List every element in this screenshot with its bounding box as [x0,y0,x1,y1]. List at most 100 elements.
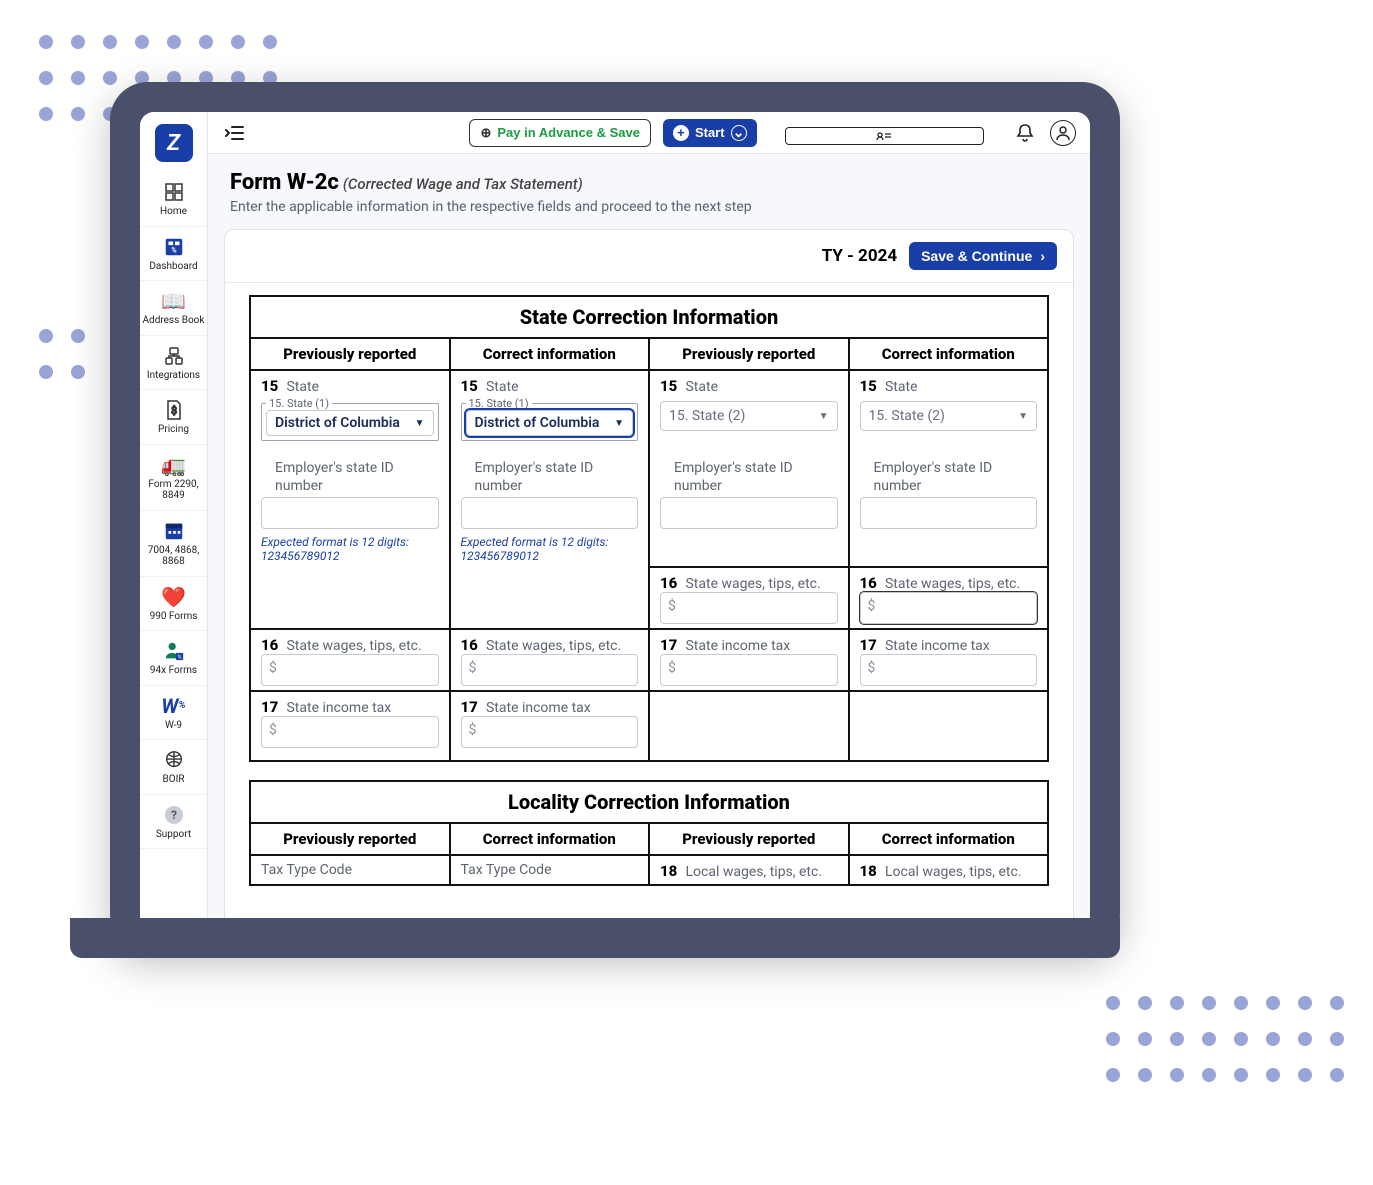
tax-type-label: Tax Type Code [261,862,352,878]
bell-icon[interactable] [1012,120,1038,146]
page-description: Enter the applicable information in the … [230,199,1068,215]
box-label: State wages, tips, etc. [685,576,820,592]
dashboard-icon: % [142,235,205,259]
state1-legend: 15. State (1) [266,397,332,410]
locality-correction-table: Previously reported Correct information … [249,822,1049,886]
sidebar-item-integrations[interactable]: Integrations [140,336,207,391]
user-avatar[interactable] [1050,120,1076,146]
globe-icon [142,748,205,772]
sidebar-item-label: 990 Forms [142,611,205,623]
box-number: 15 [261,377,283,395]
sidebar-item-pricing[interactable]: $ Pricing [140,390,207,445]
tax-type-label: Tax Type Code [461,862,552,878]
box-number: 16 [261,636,283,654]
box-label: State [685,379,718,395]
sidebar-item-label: W-9 [142,720,205,732]
state2-correct-select[interactable]: 15. State (2) ▼ [860,401,1038,431]
employer-id-label: Employer's state ID number [674,459,838,495]
app-logo[interactable]: Z [155,124,193,162]
calendar-icon [142,519,205,543]
state-tax-prev-1-input[interactable] [261,716,439,748]
box-number: 16 [660,574,682,592]
state1-prev-select[interactable]: District of Columbia ▼ [266,410,434,436]
section-title-state: State Correction Information [249,295,1049,337]
box-label: State income tax [685,638,790,654]
sidebar-item-label: Home [142,206,205,218]
box-label: Local wages, tips, etc. [885,864,1022,880]
box-number: 16 [860,574,882,592]
sidebar-item-label: BOIR [142,774,205,786]
state-tax-correct-1-input[interactable] [461,716,639,748]
sidebar-item-94x[interactable]: % 94x Forms [140,631,207,686]
col-header: Previously reported [649,823,849,855]
sidebar-item-label: 94x Forms [142,665,205,677]
sidebar-item-label: Integrations [142,370,205,382]
section-title-locality: Locality Correction Information [249,780,1049,822]
sidebar-item-label: Pricing [142,424,205,436]
state-wages-correct-2-input[interactable] [860,592,1038,624]
select-value: District of Columbia [275,415,400,431]
sidebar-item-w9[interactable]: W% W-9 [140,686,207,741]
pay-advance-button[interactable]: ⊕ Pay in Advance & Save [469,119,651,147]
button-label: Save & Continue [921,248,1032,264]
box-number: 18 [660,862,682,880]
start-button[interactable]: + Start ⌄ [663,119,757,147]
state-wages-prev-1-input[interactable] [261,654,439,686]
col-header: Correct information [450,338,650,370]
button-label: Pay in Advance & Save [497,125,640,140]
caret-down-icon: ▼ [415,418,425,429]
sidebar-item-support[interactable]: ? Support [140,795,207,850]
state-wages-prev-2-input[interactable] [660,592,838,624]
box-number: 17 [660,636,682,654]
select-value: District of Columbia [475,415,600,431]
chevron-down-icon: ⌄ [731,125,747,141]
col-header: Correct information [849,338,1049,370]
state1-correct-select[interactable]: District of Columbia ▼ [466,410,634,436]
col-header: Previously reported [250,338,450,370]
sidebar-item-dashboard[interactable]: % Dashboard [140,227,207,282]
select-placeholder: 15. State (2) [869,408,945,424]
state2-prev-select[interactable]: 15. State (2) ▼ [660,401,838,431]
employer-id-correct-2-input[interactable] [860,497,1038,529]
state-correction-table: Previously reported Correct information … [249,337,1049,762]
device-base [70,918,1120,958]
caret-down-icon: ▼ [1018,411,1028,422]
save-continue-button[interactable]: Save & Continue › [909,242,1057,270]
box-label: State wages, tips, etc. [286,638,421,654]
id-card-icon[interactable] [785,127,984,145]
sidebar-item-address-book[interactable]: 📖 Address Book [140,281,207,336]
box-label: Local wages, tips, etc. [685,864,822,880]
sidebar-item-home[interactable]: Home [140,172,207,227]
state-tax-prev-2-input[interactable] [660,654,838,686]
caret-down-icon: ▼ [614,418,624,429]
sidebar-item-label: 7004, 4868, 8868 [142,545,205,568]
employer-id-prev-2-input[interactable] [660,497,838,529]
collapse-sidebar-icon[interactable] [222,120,248,146]
state-tax-correct-2-input[interactable] [860,654,1038,686]
box-label: State wages, tips, etc. [486,638,621,654]
pricing-icon: $ [142,398,205,422]
sidebar-item-label: Form 2290, 8849 [142,479,205,502]
state-wages-correct-1-input[interactable] [461,654,639,686]
caret-down-icon: ▼ [819,411,829,422]
employer-id-prev-1-input[interactable] [261,497,439,529]
topbar: ⊕ Pay in Advance & Save + Start ⌄ [208,112,1090,154]
page-header: Form W-2c (Corrected Wage and Tax Statem… [208,154,1090,223]
box-number: 15 [461,377,483,395]
box-number: 15 [660,377,682,395]
sidebar-item-990[interactable]: ❤️ 990 Forms [140,577,207,632]
svg-text:?: ? [171,808,177,822]
w9-icon: W% [142,694,205,718]
employer-id-correct-1-input[interactable] [461,497,639,529]
state1-fieldset: 15. State (1) District of Columbia ▼ [261,397,439,441]
integrations-icon [142,344,205,368]
form-scroll-area[interactable]: State Correction Information Previously … [225,283,1073,898]
box-number: 17 [461,698,483,716]
svg-text:%: % [177,654,181,660]
home-icon [142,180,205,204]
device-frame: Z Home % Dashboard 📖 Address Book [110,82,1120,952]
sidebar-item-7004[interactable]: 7004, 4868, 8868 [140,511,207,577]
box-number: 16 [461,636,483,654]
sidebar-item-boir[interactable]: BOIR [140,740,207,795]
sidebar-item-form2290[interactable]: 🚛 Form 2290, 8849 [140,445,207,511]
